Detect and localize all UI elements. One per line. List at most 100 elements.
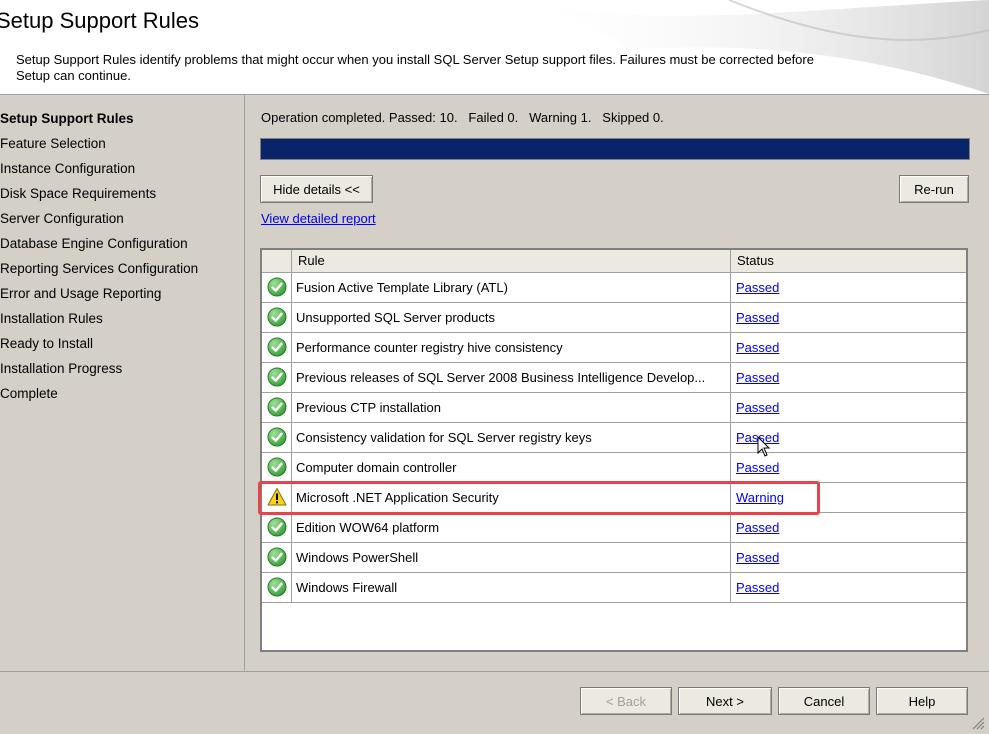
table-row[interactable]: Fusion Active Template Library (ATL) Pass… xyxy=(262,273,966,303)
rule-name: Fusion Active Template Library (ATL) xyxy=(292,273,731,302)
sidebar-steps: Setup Support Rules Feature Selection Inst… xyxy=(0,110,198,410)
table-row[interactable]: Windows PowerShell Passed xyxy=(262,543,966,573)
check-circle-icon xyxy=(262,453,292,482)
check-circle-icon xyxy=(262,303,292,332)
rerun-button[interactable]: Re-run xyxy=(899,175,969,203)
hide-details-button[interactable]: Hide details << xyxy=(260,175,373,203)
table-row[interactable]: Computer domain controller Passed xyxy=(262,453,966,483)
sidebar-item[interactable]: Feature Selection xyxy=(0,135,198,160)
header-status[interactable]: Status xyxy=(731,250,966,272)
status-cell: Passed xyxy=(731,303,966,332)
mouse-cursor-icon xyxy=(757,436,771,457)
resize-grip-icon[interactable] xyxy=(971,716,985,730)
check-circle-icon xyxy=(262,423,292,452)
check-circle-icon xyxy=(262,333,292,362)
sidebar-item-label: Server Configuration xyxy=(0,211,124,226)
table-row[interactable]: Edition WOW64 platform Passed xyxy=(262,513,966,543)
rule-name: Computer domain controller xyxy=(292,453,731,482)
sidebar: Setup Support Rules Feature Selection Inst… xyxy=(0,95,245,671)
view-detailed-report-link[interactable]: View detailed report xyxy=(261,211,376,226)
progress-fill xyxy=(261,139,969,159)
main-panel: Operation completed. Passed: 10. Failed … xyxy=(245,95,989,671)
rule-name: Previous releases of SQL Server 2008 Bus… xyxy=(292,363,731,392)
sidebar-item[interactable]: Ready to Install xyxy=(0,335,198,360)
status-link[interactable]: Passed xyxy=(736,280,779,295)
sidebar-item-label: Ready to Install xyxy=(0,336,94,351)
status-link[interactable]: Passed xyxy=(736,460,779,475)
sidebar-item-label: Installation Rules xyxy=(0,311,103,326)
status-link[interactable]: Passed xyxy=(736,400,779,415)
sidebar-item[interactable]: Disk Space Requirements xyxy=(0,185,198,210)
rule-name: Microsoft .NET Application Security xyxy=(292,483,731,512)
check-circle-icon xyxy=(262,363,292,392)
sidebar-item-label: Instance Configuration xyxy=(0,161,136,176)
sidebar-item[interactable]: Complete xyxy=(0,385,198,410)
rule-name: Windows Firewall xyxy=(292,573,731,602)
rules-table: Rule Status Fusion Active Template Libra… xyxy=(260,248,968,652)
rule-name: Windows PowerShell xyxy=(292,543,731,572)
table-row[interactable]: Unsupported SQL Server products Passed xyxy=(262,303,966,333)
status-cell: Passed xyxy=(731,543,966,572)
header-banner: Setup Support Rules Setup Support Rules … xyxy=(0,0,989,95)
rule-name: Edition WOW64 platform xyxy=(292,513,731,542)
next-button[interactable]: Next > xyxy=(678,687,772,715)
status-link[interactable]: Passed xyxy=(736,520,779,535)
status-cell: Warning xyxy=(731,483,966,512)
page-title: Setup Support Rules xyxy=(0,8,200,33)
warning-triangle-icon xyxy=(262,483,292,512)
sidebar-item-label: Database Engine Configuration xyxy=(0,236,188,251)
sidebar-item-label: Complete xyxy=(0,386,58,401)
sidebar-item-label: Feature Selection xyxy=(0,136,106,151)
rule-name: Performance counter registry hive consis… xyxy=(292,333,731,362)
status-link[interactable]: Warning xyxy=(736,490,784,505)
sidebar-item[interactable]: Reporting Services Configuration xyxy=(0,260,198,285)
table-row[interactable]: Consistency validation for SQL Server re… xyxy=(262,423,966,453)
status-link[interactable]: Passed xyxy=(736,340,779,355)
check-circle-icon xyxy=(262,573,292,602)
rule-name: Consistency validation for SQL Server re… xyxy=(292,423,731,452)
progress-bar xyxy=(260,138,970,160)
sidebar-item[interactable]: Setup Support Rules xyxy=(0,110,198,135)
sidebar-item-label: Installation Progress xyxy=(0,361,123,376)
page-description: Setup Support Rules identify problems th… xyxy=(16,52,814,83)
header-icon-column xyxy=(262,250,292,272)
back-button[interactable]: < Back xyxy=(580,687,672,715)
status-link[interactable]: Passed xyxy=(736,310,779,325)
table-row[interactable]: Previous releases of SQL Server 2008 Bus… xyxy=(262,363,966,393)
sidebar-item-label: Disk Space Requirements xyxy=(0,186,157,201)
status-cell: Passed xyxy=(731,273,966,302)
status-link[interactable]: Passed xyxy=(736,580,779,595)
rule-name: Previous CTP installation xyxy=(292,393,731,422)
table-row[interactable]: Microsoft .NET Application Security Warni… xyxy=(262,483,966,513)
check-circle-icon xyxy=(262,513,292,542)
help-button[interactable]: Help xyxy=(876,687,968,715)
status-cell: Passed xyxy=(731,573,966,602)
sidebar-item[interactable]: Error and Usage Reporting xyxy=(0,285,198,310)
sidebar-item[interactable]: Installation Progress xyxy=(0,360,198,385)
status-link[interactable]: Passed xyxy=(736,550,779,565)
sidebar-item[interactable]: Installation Rules xyxy=(0,310,198,335)
check-circle-icon xyxy=(262,393,292,422)
status-link[interactable]: Passed xyxy=(736,370,779,385)
cancel-button[interactable]: Cancel xyxy=(778,687,870,715)
table-row[interactable]: Windows Firewall Passed xyxy=(262,573,966,603)
sidebar-item[interactable]: Database Engine Configuration xyxy=(0,235,198,260)
status-cell: Passed xyxy=(731,513,966,542)
status-cell: Passed xyxy=(731,393,966,422)
status-cell: Passed xyxy=(731,363,966,392)
operation-status-text: Operation completed. Passed: 10. Failed … xyxy=(261,110,664,125)
rule-name: Unsupported SQL Server products xyxy=(292,303,731,332)
sidebar-item[interactable]: Server Configuration xyxy=(0,210,198,235)
sidebar-item-label: Reporting Services Configuration xyxy=(0,261,199,276)
status-cell: Passed xyxy=(731,333,966,362)
header-rule[interactable]: Rule xyxy=(292,250,731,272)
table-header: Rule Status xyxy=(262,250,966,273)
footer-separator xyxy=(0,671,989,672)
table-row[interactable]: Previous CTP installation Passed xyxy=(262,393,966,423)
sidebar-item-label: Error and Usage Reporting xyxy=(0,286,162,301)
sidebar-item-label: Setup Support Rules xyxy=(0,111,134,126)
check-circle-icon xyxy=(262,273,292,302)
check-circle-icon xyxy=(262,543,292,572)
sidebar-item[interactable]: Instance Configuration xyxy=(0,160,198,185)
table-row[interactable]: Performance counter registry hive consis… xyxy=(262,333,966,363)
